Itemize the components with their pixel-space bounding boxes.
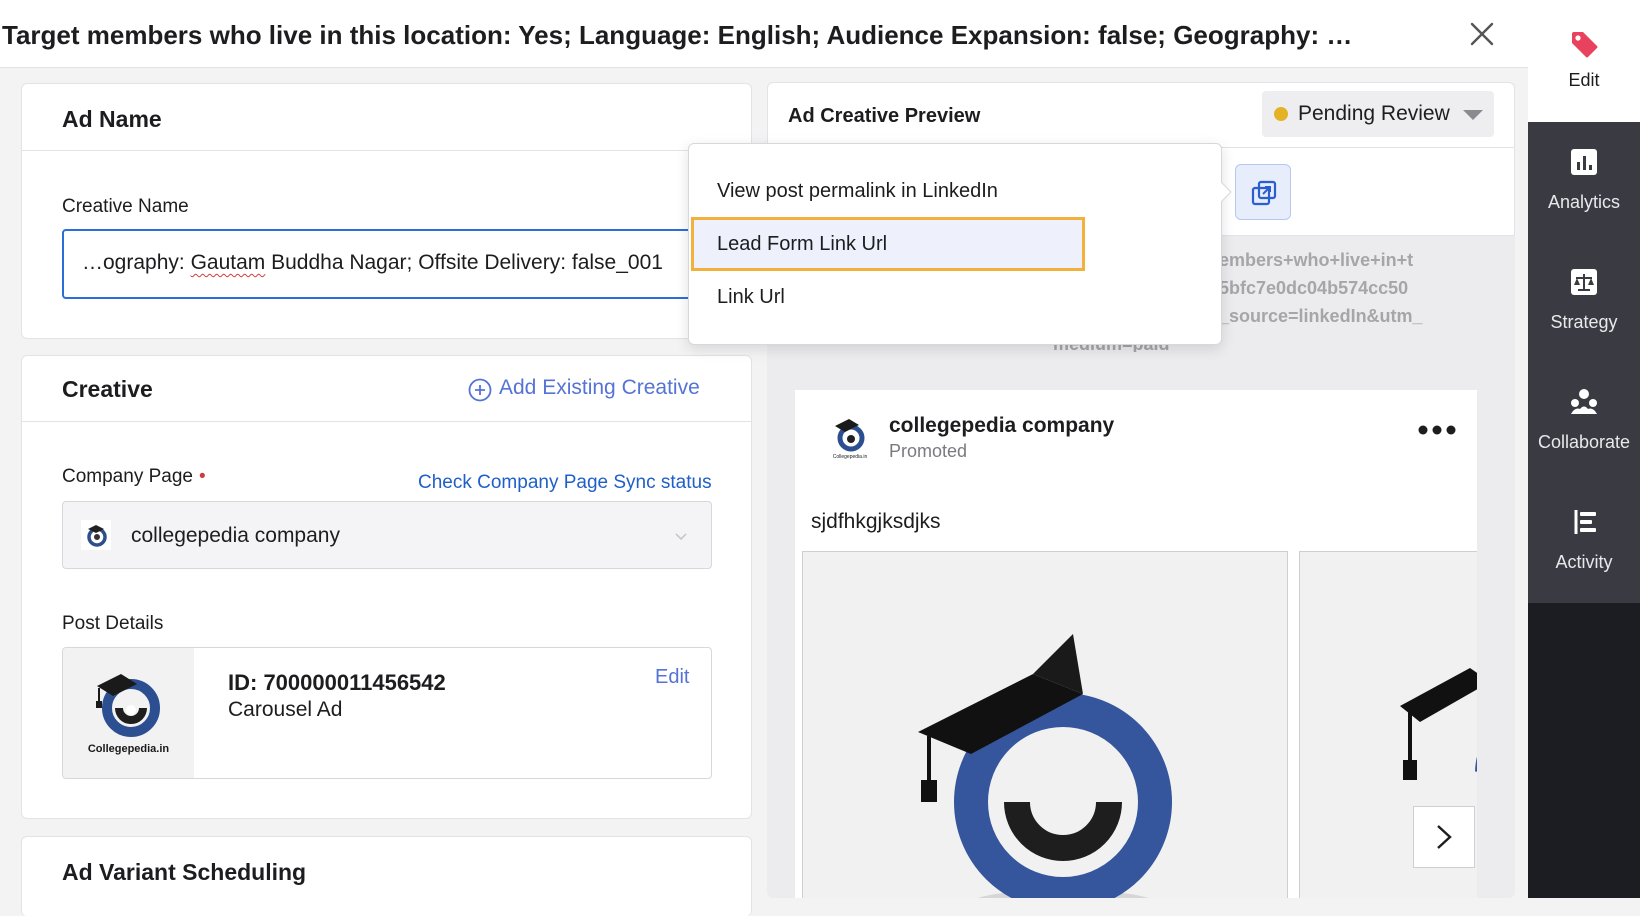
carousel-next-button[interactable] — [1413, 806, 1475, 868]
tag-icon — [1572, 32, 1598, 58]
ad-variant-scheduling-card: Ad Variant Scheduling — [21, 836, 752, 916]
chevron-right-icon — [1437, 825, 1452, 849]
rail-item-activity[interactable]: Activity — [1528, 496, 1640, 606]
collegepedia-logo-icon — [96, 674, 161, 737]
creative-card: Creative Add Existing Creative Company P… — [21, 355, 752, 819]
add-existing-creative-label: Add Existing Creative — [499, 376, 700, 399]
rail-item-collaborate[interactable]: Collaborate — [1528, 376, 1640, 486]
caret-down-icon — [1463, 110, 1483, 120]
card-header: Ad Name — [22, 84, 751, 151]
company-page-select[interactable]: collegepedia company — [62, 501, 712, 569]
linkedin-post-preview: Collegepedia.in collegepedia company Pro… — [795, 390, 1477, 898]
drawer-header: Target members who live in this location… — [0, 0, 1528, 68]
bar-chart-icon — [1571, 149, 1597, 175]
right-rail: Edit Analytics Strategy Collaborate Acti… — [1528, 0, 1640, 898]
status-label: Pending Review — [1298, 102, 1450, 125]
creative-name-input[interactable]: …ography: Gautam Buddha Nagar; Offsite D… — [62, 229, 712, 299]
post-details-box: Collegepedia.in ID: 700000011456542 Caro… — [62, 647, 712, 779]
creative-name-value: …ography: Gautam Buddha Nagar; Offsite D… — [82, 251, 663, 274]
rail-item-label: Collaborate — [1537, 432, 1631, 452]
rail-item-analytics[interactable]: Analytics — [1528, 136, 1640, 246]
preview-header: Ad Creative Preview Pending Review — [767, 82, 1515, 148]
ad-name-card: Ad Name Creative Name …ography: Gautam B… — [21, 83, 752, 339]
creative-name-label: Creative Name — [62, 196, 189, 217]
carousel-image — [918, 634, 1173, 898]
url-line: _source=linkedIn&utm_ — [1219, 306, 1423, 326]
card-header: Creative Add Existing Creative — [22, 356, 751, 422]
check-sync-status-link[interactable]: Check Company Page Sync status — [418, 472, 712, 494]
url-line: embers+who+live+in+t — [1219, 250, 1414, 270]
scheduling-title: Ad Variant Scheduling — [62, 859, 307, 885]
post-id: ID: 700000011456542 — [228, 670, 446, 695]
creative-title: Creative — [62, 376, 153, 402]
menu-pointer-arrow — [1221, 182, 1232, 202]
rail-item-edit[interactable]: Edit — [1528, 18, 1640, 128]
rail-item-label: Activity — [1555, 552, 1613, 572]
more-options-icon[interactable] — [1417, 424, 1457, 436]
post-thumbnail: Collegepedia.in — [63, 648, 194, 778]
required-dot: • — [198, 466, 206, 487]
svg-text:Collegepedia.in: Collegepedia.in — [833, 454, 868, 460]
carousel-card[interactable] — [802, 551, 1288, 898]
close-icon — [1470, 22, 1494, 46]
plus-circle-icon — [468, 378, 492, 402]
external-link-icon — [1251, 180, 1277, 206]
post-type: Carousel Ad — [228, 698, 343, 721]
people-icon — [1571, 389, 1597, 414]
post-text: sjdfhkgjksdjks — [811, 510, 941, 533]
chevron-down-icon — [675, 533, 687, 541]
carousel-image — [1400, 668, 1477, 780]
link-options-menu: View post permalink in LinkedIn Lead For… — [688, 143, 1232, 345]
rail-item-label: Strategy — [1550, 312, 1618, 332]
close-button[interactable] — [1466, 18, 1498, 50]
company-page-value: collegepedia company — [131, 524, 340, 547]
preview-title: Ad Creative Preview — [788, 105, 981, 127]
promoted-label: Promoted — [889, 441, 968, 461]
company-page-label: Company Page • — [62, 466, 206, 487]
timeline-icon — [1574, 510, 1596, 534]
menu-item-view-permalink[interactable]: View post permalink in LinkedIn — [717, 180, 998, 203]
ad-name-title: Ad Name — [62, 106, 162, 132]
rail-item-label: Analytics — [1547, 192, 1621, 212]
post-details-label: Post Details — [62, 613, 164, 634]
post-edit-link[interactable]: Edit — [655, 666, 689, 689]
thumbnail-caption: Collegepedia.in — [87, 743, 170, 755]
company-avatar: Collegepedia.in — [833, 419, 868, 460]
rail-item-label: Edit — [1568, 70, 1600, 90]
menu-item-link-url[interactable]: Link Url — [717, 286, 785, 309]
open-link-button[interactable] — [1235, 164, 1291, 220]
url-line: 5bfc7e0dc04b574cc50 — [1219, 278, 1409, 298]
drawer-title: Target members who live in this location… — [2, 20, 1372, 50]
status-dot-icon — [1274, 107, 1288, 121]
scale-icon — [1571, 269, 1597, 295]
status-dropdown[interactable]: Pending Review — [1262, 91, 1494, 137]
company-logo-icon — [81, 520, 111, 550]
rail-item-strategy[interactable]: Strategy — [1528, 256, 1640, 366]
post-company-name: collegepedia company — [889, 414, 1115, 437]
menu-item-lead-form-link-url[interactable]: Lead Form Link Url — [717, 233, 887, 256]
